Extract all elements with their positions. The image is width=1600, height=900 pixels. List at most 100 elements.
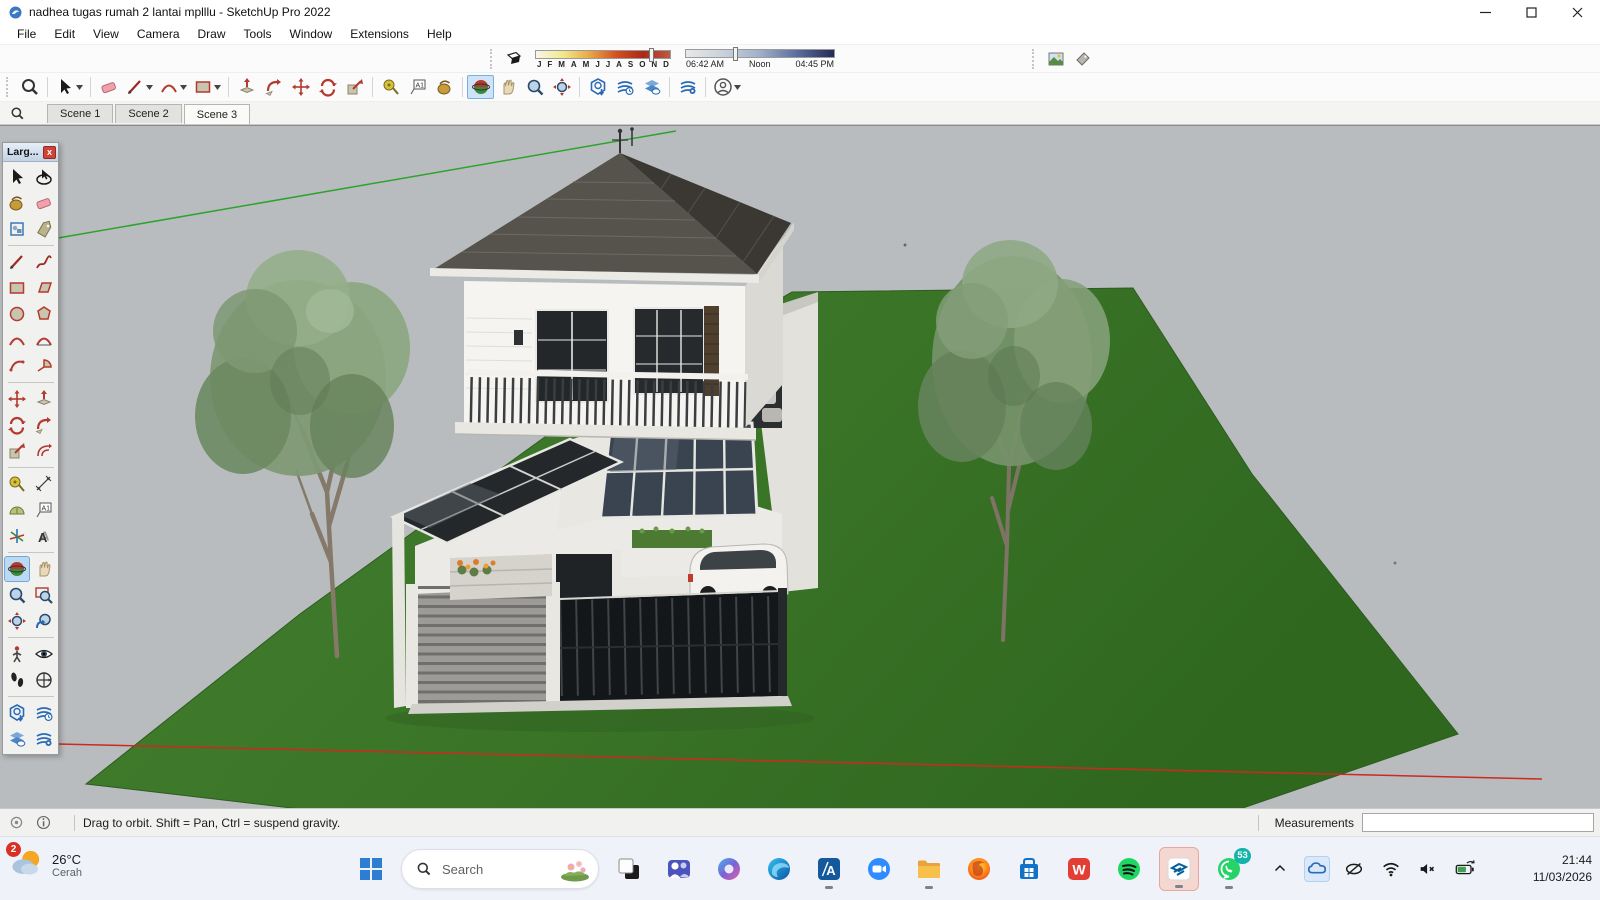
scene-tab-scene-1[interactable]: Scene 1 [47, 104, 113, 123]
tray-chevron-up-icon[interactable] [1267, 856, 1293, 882]
scene-tab-scene-2[interactable]: Scene 2 [115, 104, 181, 123]
ext-wave-clock-tool-tool[interactable] [31, 700, 57, 726]
toolbar-grip[interactable] [490, 49, 495, 69]
taskbar-search-input[interactable]: Search [401, 849, 599, 889]
section-plane-tool[interactable] [31, 667, 57, 693]
shadow-month-slider[interactable]: JFMAMJJASOND [535, 50, 671, 69]
account-button[interactable] [710, 75, 744, 99]
rotated-rectangle-tool[interactable] [31, 275, 57, 301]
ext-wave-clock-tool-button[interactable] [611, 75, 638, 99]
axes-tool[interactable] [4, 523, 30, 549]
geolocation-icon[interactable] [8, 814, 25, 831]
ext-hexagon-tool-tool[interactable] [4, 700, 30, 726]
hidden-items-icon[interactable] [1341, 856, 1367, 882]
volume-muted-icon[interactable] [1415, 856, 1441, 882]
onedrive-icon[interactable] [1304, 856, 1330, 882]
select-tool[interactable] [4, 164, 30, 190]
wps-office-app-icon[interactable]: W [1059, 847, 1099, 891]
zoom-tool-button[interactable] [521, 75, 548, 99]
paint-bucket-tool-button[interactable] [431, 75, 458, 99]
dimension-tool[interactable] [31, 471, 57, 497]
line-tool-button[interactable] [122, 75, 156, 99]
offset-tool[interactable] [31, 438, 57, 464]
line-tool[interactable] [4, 249, 30, 275]
file-explorer-app-icon[interactable] [909, 847, 949, 891]
menu-extensions[interactable]: Extensions [341, 25, 418, 43]
menu-draw[interactable]: Draw [189, 25, 235, 43]
rotate-tool-button[interactable] [314, 75, 341, 99]
toolbar-grip[interactable] [1032, 49, 1037, 69]
minimize-button[interactable] [1462, 0, 1508, 24]
ext-layers-cloud-tool-button[interactable] [638, 75, 665, 99]
two-point-arc-tool[interactable] [4, 327, 30, 353]
menu-tools[interactable]: Tools [235, 25, 281, 43]
credits-info-icon[interactable] [35, 814, 52, 831]
text-tool[interactable]: A1 [31, 497, 57, 523]
taskbar-clock[interactable]: 21:44 11/03/2026 [1533, 837, 1592, 900]
paint-bucket-tool[interactable] [4, 190, 30, 216]
look-around-tool[interactable] [31, 641, 57, 667]
zoom-window-tool[interactable] [31, 582, 57, 608]
text-tool-button[interactable]: A1 [404, 75, 431, 99]
weather-widget[interactable]: 2 26°C Cerah [10, 846, 82, 885]
pan-tool[interactable] [31, 556, 57, 582]
spotify-app-icon[interactable] [1109, 847, 1149, 891]
measurements-input[interactable] [1362, 813, 1594, 832]
menu-view[interactable]: View [84, 25, 128, 43]
three-point-arc-tool[interactable] [4, 353, 30, 379]
pan-tool-button[interactable] [494, 75, 521, 99]
zoom-extents-tool[interactable] [4, 608, 30, 634]
push-pull-tool[interactable] [31, 386, 57, 412]
shadow-box-icon[interactable] [500, 47, 527, 71]
pie-tool[interactable] [31, 353, 57, 379]
move-tool-button[interactable] [287, 75, 314, 99]
zoom-extents-tool-button[interactable] [548, 75, 575, 99]
rotate-tool[interactable] [4, 412, 30, 438]
start-app-icon[interactable] [351, 847, 391, 891]
polygon-tool[interactable] [31, 301, 57, 327]
battery-charging-icon[interactable] [1452, 856, 1478, 882]
sketchup-app-icon[interactable] [1159, 847, 1199, 891]
walk-tool[interactable] [4, 667, 30, 693]
zoom-previous-tool[interactable] [31, 608, 57, 634]
lasso-select-tool[interactable] [31, 164, 57, 190]
microsoft-store-app-icon[interactable] [1009, 847, 1049, 891]
firefox-app-icon[interactable] [959, 847, 999, 891]
shadow-time-slider[interactable]: 06:42 AMNoon04:45 PM [685, 49, 835, 69]
ext-hexagon-tool-button[interactable] [584, 75, 611, 99]
material-tag-button[interactable] [1069, 47, 1096, 71]
protractor-tool[interactable] [4, 497, 30, 523]
push-pull-tool-button[interactable] [233, 75, 260, 99]
match-photo-button[interactable] [1042, 47, 1069, 71]
ext-layers-cloud-tool-tool[interactable] [4, 726, 30, 752]
teams-app-icon[interactable] [659, 847, 699, 891]
close-button[interactable] [1554, 0, 1600, 24]
freehand-tool[interactable] [31, 249, 57, 275]
position-camera-tool[interactable] [4, 641, 30, 667]
ext-wave-gear-tool-tool[interactable] [31, 726, 57, 752]
scene-tab-scene-3[interactable]: Scene 3 [184, 104, 250, 124]
select-tool-button[interactable] [52, 75, 86, 99]
make-component-tool[interactable] [4, 216, 30, 242]
tape-measure-tool-button[interactable] [377, 75, 404, 99]
month-slider-handle[interactable] [649, 48, 654, 62]
zoom-app-icon[interactable] [859, 847, 899, 891]
menu-edit[interactable]: Edit [45, 25, 84, 43]
menu-help[interactable]: Help [418, 25, 461, 43]
menu-camera[interactable]: Camera [128, 25, 189, 43]
eraser-tool[interactable] [31, 190, 57, 216]
follow-me-tool-button[interactable] [260, 75, 287, 99]
time-slider-handle[interactable] [733, 47, 738, 61]
arc-tool-button[interactable] [156, 75, 190, 99]
maximize-button[interactable] [1508, 0, 1554, 24]
arc-tool[interactable] [31, 327, 57, 353]
copilot-app-icon[interactable] [709, 847, 749, 891]
scene-search-icon[interactable] [10, 106, 25, 121]
menu-file[interactable]: File [8, 25, 45, 43]
toolbar-grip[interactable] [6, 77, 11, 97]
whatsapp-app-icon[interactable]: 53 [1209, 847, 1249, 891]
tag-tool[interactable] [31, 216, 57, 242]
rectangle-tool[interactable] [4, 275, 30, 301]
edge-app-icon[interactable] [759, 847, 799, 891]
orbit-tool[interactable] [4, 556, 30, 582]
